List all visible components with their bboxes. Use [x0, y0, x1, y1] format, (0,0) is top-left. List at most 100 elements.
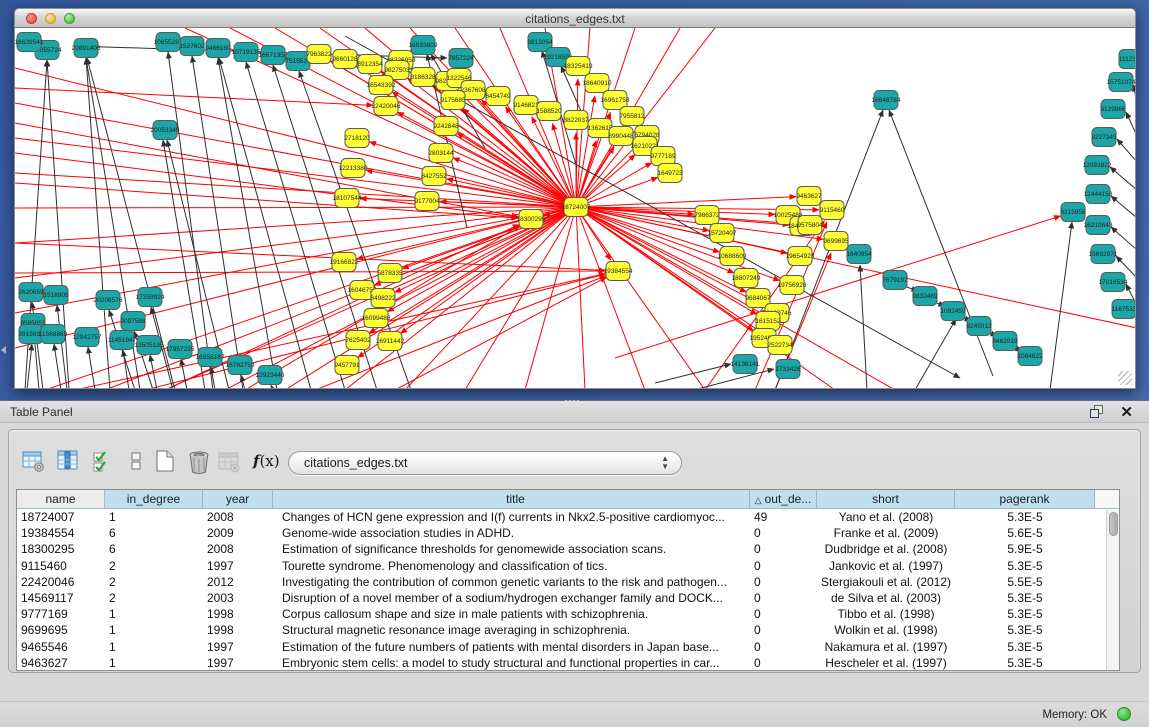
graph-node[interactable]: 10688609 [718, 247, 747, 266]
cell-pagerank[interactable]: 5.3E-5 [955, 590, 1095, 606]
graph-node[interactable]: 8186328 [410, 68, 436, 87]
cell-out_de[interactable]: 0 [750, 558, 817, 574]
graph-node[interactable]: 9146821 [513, 96, 539, 115]
graph-node[interactable]: 12444158 [1084, 185, 1113, 204]
cell-short[interactable]: de Silva et al. (2003) [817, 590, 955, 606]
graph-node[interactable]: 20053346 [151, 121, 180, 140]
column-header-name[interactable]: name [17, 490, 105, 508]
column-header-year[interactable]: year [203, 490, 273, 508]
graph-node[interactable]: 18300295 [517, 210, 546, 229]
graph-node[interactable]: 9575804 [797, 216, 823, 235]
cell-out_de[interactable]: 0 [750, 655, 817, 671]
cell-name[interactable]: 9777169 [17, 606, 105, 622]
window-titlebar[interactable]: citations_edges.txt [14, 8, 1136, 28]
collapse-panel-arrow-icon[interactable] [1, 346, 6, 354]
cell-year[interactable]: 2003 [203, 590, 273, 606]
cell-pagerank[interactable]: 5.3E-5 [955, 558, 1095, 574]
graph-node[interactable]: 2718120 [344, 129, 370, 148]
graph-node[interactable]: 9463627 [796, 187, 822, 206]
scrollbar-thumb[interactable] [1109, 512, 1118, 536]
close-panel-icon[interactable]: ✕ [1120, 403, 1133, 421]
graph-node[interactable]: 22420046 [372, 97, 401, 116]
table-row[interactable]: 911546021997Tourette syndrome. Phenomeno… [17, 558, 1119, 574]
cell-pagerank[interactable]: 5.3E-5 [955, 622, 1095, 638]
graph-node[interactable]: 16210643 [1084, 216, 1113, 235]
graph-node[interactable]: 15692971 [1089, 245, 1118, 264]
graph-node[interactable]: 8462019 [992, 332, 1018, 351]
cell-pagerank[interactable]: 5.5E-5 [955, 574, 1095, 590]
cell-in_degree[interactable]: 1 [105, 509, 203, 525]
graph-node[interactable]: 8498222 [370, 289, 396, 308]
graph-node[interactable]: 19756928 [778, 276, 807, 295]
table-row[interactable]: 1872400712008Changes of HCN gene express… [17, 509, 1119, 525]
graph-node[interactable]: 16911442 [376, 332, 405, 351]
column-header-out_de[interactable]: △out_de... [750, 490, 817, 508]
table-row[interactable]: 946554611997Estimation of the future num… [17, 639, 1119, 655]
table-row[interactable]: 1938455462009Genome-wide association stu… [17, 525, 1119, 541]
graph-node[interactable]: 9227343 [1091, 128, 1117, 147]
graph-node[interactable]: 9466160 [205, 39, 231, 58]
cell-title[interactable]: Genome-wide association studies in ADHD. [273, 525, 750, 541]
cell-out_de[interactable]: 0 [750, 590, 817, 606]
graph-node[interactable]: 5878335 [377, 264, 403, 283]
cell-pagerank[interactable]: 5.3E-5 [955, 509, 1095, 525]
graph-node[interactable]: 9115460 [820, 201, 845, 220]
cell-out_de[interactable]: 0 [750, 541, 817, 557]
cell-in_degree[interactable]: 6 [105, 541, 203, 557]
cell-year[interactable]: 1997 [203, 639, 273, 655]
cell-out_de[interactable]: 0 [750, 639, 817, 655]
cell-short[interactable]: Tibbo et al. (1998) [817, 606, 955, 622]
graph-node[interactable]: 1527602 [179, 37, 205, 56]
graph-node[interactable]: 9777169 [650, 147, 676, 166]
cell-short[interactable]: Dudbridge et al. (2008) [817, 541, 955, 557]
cell-title[interactable]: Estimation of the future numbers of pati… [273, 639, 750, 655]
column-header-in_degree[interactable]: in_degree [105, 490, 203, 508]
graph-node[interactable]: 11568869 [39, 325, 68, 344]
graph-node[interactable]: 1615152 [755, 312, 781, 331]
table-selector-dropdown[interactable]: citations_edges.txt ▲▼ [288, 451, 682, 475]
cell-in_degree[interactable]: 2 [105, 558, 203, 574]
cell-out_de[interactable]: 0 [750, 606, 817, 622]
graph-node[interactable]: 12942757 [73, 328, 102, 347]
graph-node[interactable]: 18325419 [564, 57, 593, 76]
cell-name[interactable]: 9699695 [17, 622, 105, 638]
cell-in_degree[interactable]: 6 [105, 525, 203, 541]
cell-title[interactable]: Estimation of significance thresholds fo… [273, 541, 750, 557]
cell-out_de[interactable]: 0 [750, 574, 817, 590]
cell-year[interactable]: 1998 [203, 606, 273, 622]
cell-pagerank[interactable]: 5.9E-5 [955, 541, 1095, 557]
graph-node[interactable]: 7679197 [882, 271, 908, 290]
cell-name[interactable]: 19384554 [17, 525, 105, 541]
graph-node[interactable]: 12923446 [256, 366, 285, 385]
graph-node[interactable]: 10719135 [232, 43, 261, 62]
cell-year[interactable]: 1997 [203, 558, 273, 574]
graph-node[interactable]: 9245012 [966, 317, 992, 336]
new-table-button[interactable] [153, 449, 179, 475]
cell-name[interactable]: 14569117 [17, 590, 105, 606]
cell-short[interactable]: Hescheler et al. (1997) [817, 655, 955, 671]
cell-in_degree[interactable]: 1 [105, 622, 203, 638]
graph-node[interactable]: 9457791 [334, 356, 360, 375]
cell-name[interactable]: 18300295 [17, 541, 105, 557]
graph-node[interactable]: 8454749 [485, 87, 511, 106]
graph-node[interactable]: 16543392 [367, 76, 396, 95]
cell-in_degree[interactable]: 1 [105, 639, 203, 655]
cell-name[interactable]: 18724007 [17, 509, 105, 525]
unselect-all-button[interactable] [125, 449, 151, 475]
graph-node[interactable]: 2522734 [767, 336, 793, 355]
graph-node[interactable]: 8822037 [563, 111, 589, 130]
graph-node[interactable]: 19384554 [604, 262, 633, 281]
cell-year[interactable]: 2008 [203, 509, 273, 525]
table-row[interactable]: 946362711997Embryonic stem cells: a mode… [17, 655, 1119, 671]
cell-title[interactable]: Corpus callosum shape and size in male p… [273, 606, 750, 622]
graph-node[interactable]: 16671358 [259, 46, 288, 65]
graph-node[interactable]: 15751074 [1107, 73, 1136, 92]
graph-node[interactable]: 9242848 [433, 117, 459, 136]
cell-short[interactable]: Yano et al. (2008) [817, 509, 955, 525]
graph-node[interactable]: 18107544 [333, 189, 362, 208]
cell-pagerank[interactable]: 5.3E-5 [955, 639, 1095, 655]
graph-node[interactable]: 1167533 [1112, 300, 1136, 319]
cell-year[interactable]: 1998 [203, 622, 273, 638]
graph-node[interactable]: 9177004 [414, 192, 440, 211]
cell-in_degree[interactable]: 1 [105, 606, 203, 622]
